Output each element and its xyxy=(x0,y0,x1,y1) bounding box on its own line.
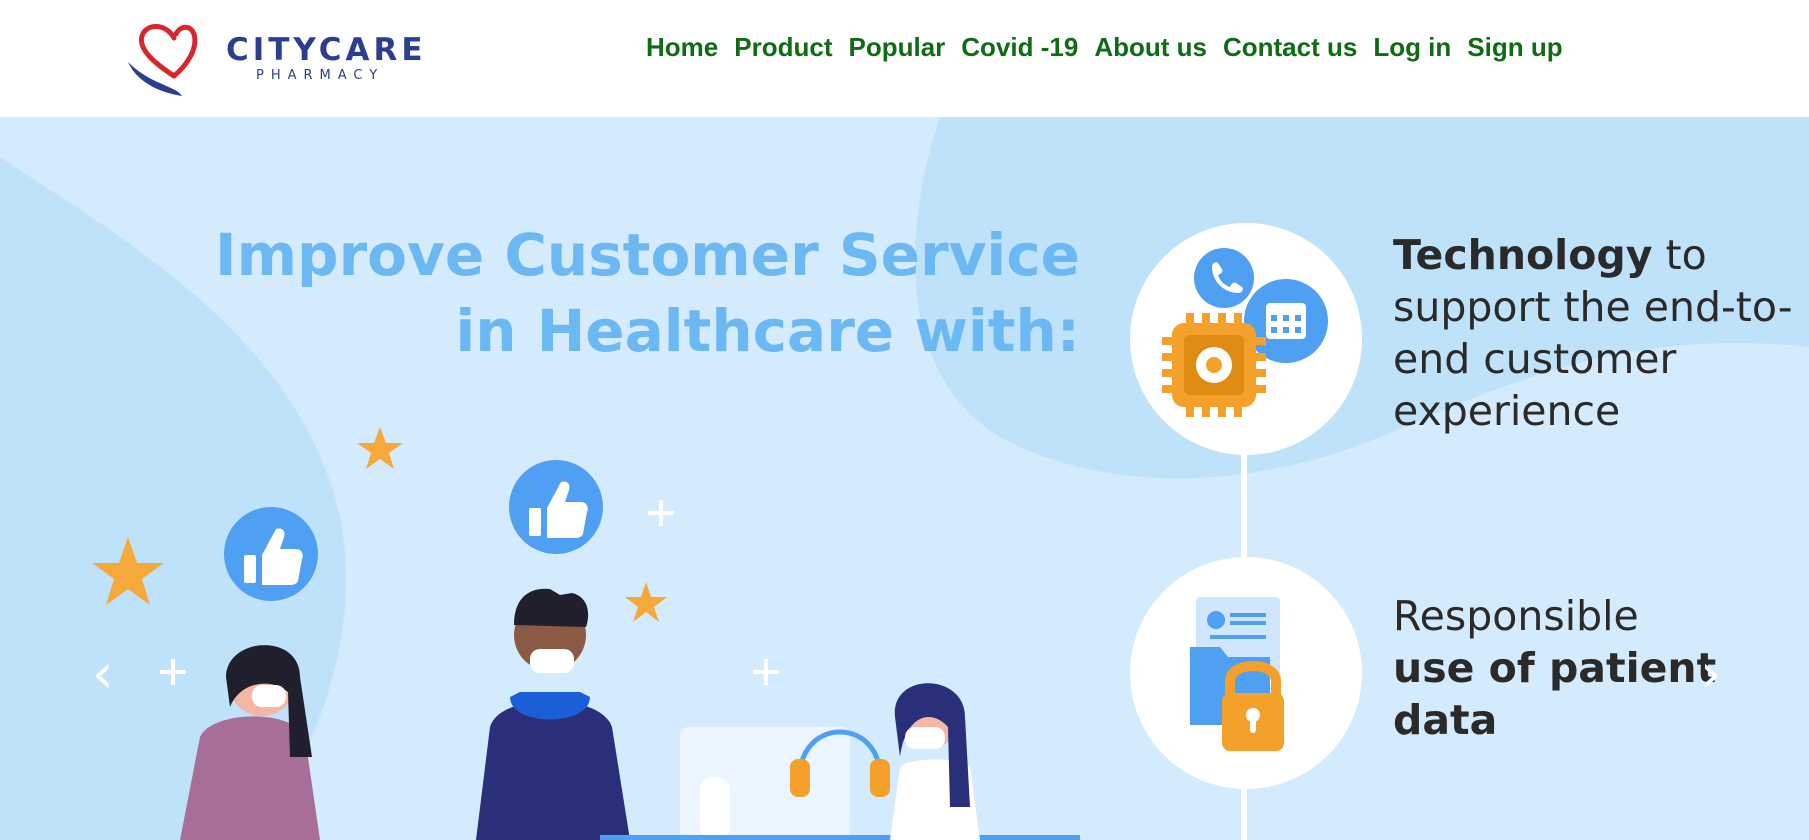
brand-logo[interactable]: CITYCARE PHARMACY xyxy=(126,18,446,98)
timeline-connector xyxy=(1241,447,1247,565)
timeline-connector xyxy=(1241,785,1247,840)
feature-patient-data-text: Responsible use of patient data xyxy=(1393,590,1733,746)
headline-line-1: Improve Customer Service xyxy=(215,221,1080,289)
brand-subtitle: PHARMACY xyxy=(256,68,385,83)
brand-name: CITYCARE xyxy=(226,32,427,68)
nav-covid-19[interactable]: Covid -19 xyxy=(961,32,1078,63)
feature-technology-bold: Technology xyxy=(1393,231,1653,279)
thumbs-up-icon xyxy=(224,507,318,601)
heart-hand-logo-icon xyxy=(128,24,198,96)
patient-data-lock-icon xyxy=(1190,597,1284,751)
nav-home[interactable]: Home xyxy=(646,32,718,63)
carousel-prev-arrow-icon[interactable]: ‹ xyxy=(92,647,114,701)
hero-carousel: Improve Customer Service in Healthcare w… xyxy=(0,117,1809,840)
feature-technology-text: Technology to support the end-to-end cus… xyxy=(1393,229,1803,437)
technology-badge xyxy=(1130,223,1362,455)
nav-contact-us[interactable]: Contact us xyxy=(1223,32,1357,63)
headline-line-2: in Healthcare with: xyxy=(455,297,1080,365)
person-man-icon xyxy=(476,588,630,840)
thumbs-up-icon xyxy=(509,460,603,554)
nav-product[interactable]: Product xyxy=(734,32,832,63)
brand-text: CITYCARE PHARMACY xyxy=(226,32,427,84)
main-nav: Home Product Popular Covid -19 About us … xyxy=(646,32,1563,63)
technology-gear-icon xyxy=(1162,248,1328,417)
nav-log-in[interactable]: Log in xyxy=(1373,32,1451,63)
nav-about-us[interactable]: About us xyxy=(1094,32,1207,63)
nav-popular[interactable]: Popular xyxy=(848,32,945,63)
site-header: CITYCARE PHARMACY Home Product Popular C… xyxy=(0,0,1809,117)
nav-sign-up[interactable]: Sign up xyxy=(1467,32,1562,63)
feature-patient-data-regular: Responsible xyxy=(1393,592,1639,640)
patient-data-badge xyxy=(1130,557,1362,789)
hero-headline: Improve Customer Service in Healthcare w… xyxy=(200,217,1080,369)
laptop-icon xyxy=(600,727,1080,840)
feature-patient-data-bold: use of patient data xyxy=(1393,644,1717,744)
carousel-next-arrow-icon[interactable]: › xyxy=(1700,647,1722,701)
